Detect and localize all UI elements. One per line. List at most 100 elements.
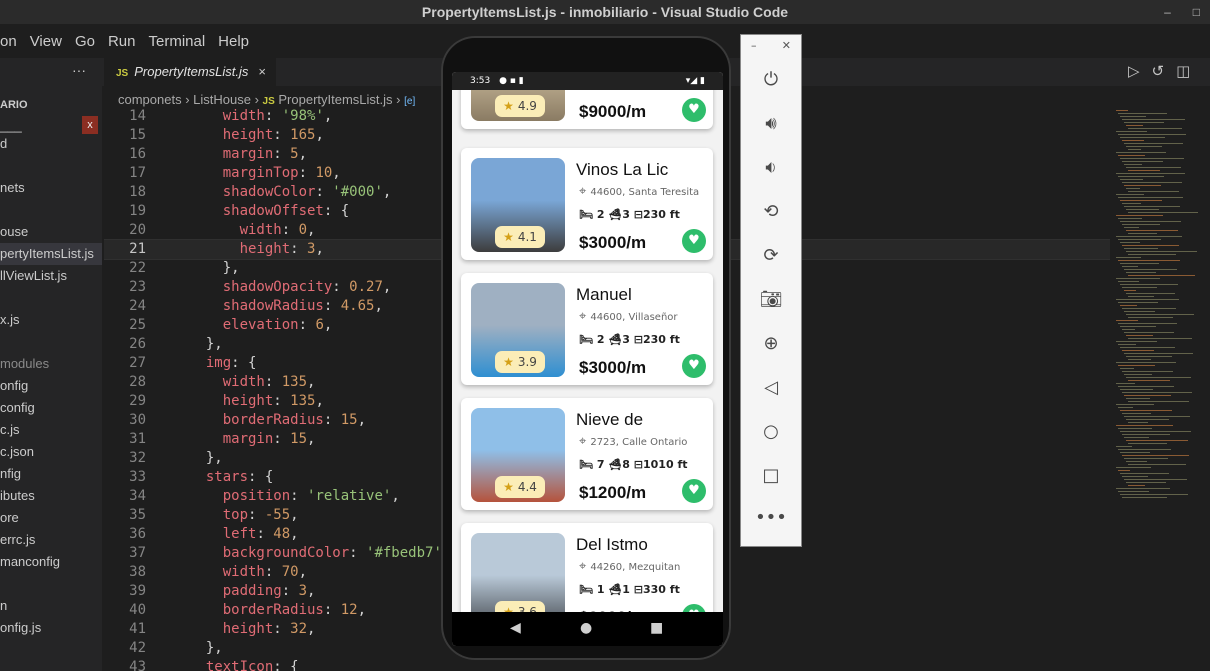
minimap-line	[1118, 470, 1130, 471]
home-icon[interactable]: ●	[580, 620, 592, 636]
power-icon[interactable]: ⏻	[741, 69, 801, 90]
maximize-button[interactable]: □	[1193, 0, 1200, 24]
minimap-line	[1128, 233, 1157, 234]
minimap-line	[1122, 224, 1160, 225]
code-text: height: 135,	[222, 393, 324, 409]
sidebar-item[interactable]: c.json	[0, 441, 34, 463]
split-editor-icon[interactable]: ◫	[1176, 62, 1190, 80]
emulator-screen[interactable]: ★4.9⌖🛏︎ 3 🛁︎4 ⊟830 ft$9000/m♥★4.1Vinos L…	[452, 72, 723, 646]
area-value: 230 ft	[643, 208, 680, 221]
minimap-line	[1124, 479, 1187, 480]
sidebar-item[interactable]: nets	[0, 177, 25, 199]
favorite-heart-icon[interactable]: ♥	[682, 229, 706, 253]
breadcrumb-item[interactable]: ListHouse	[193, 92, 251, 107]
code-text: stars: {	[205, 469, 274, 485]
beds-count: 7	[596, 458, 605, 471]
sidebar-item[interactable]: modules	[0, 353, 49, 375]
property-card[interactable]: ★ 4.1 Vinos La Lic ⌖ 44600, Santa Teresita 🛏︎…	[461, 148, 713, 260]
menu-help[interactable]: Help	[218, 30, 249, 54]
menu-terminal[interactable]: Terminal	[148, 30, 205, 54]
zoom-icon[interactable]: ⊕	[741, 333, 801, 354]
sidebar-item[interactable]: c.js	[0, 419, 20, 441]
location-pin-icon: ⌖	[579, 559, 587, 574]
rotate-left-icon[interactable]: ⟲	[741, 201, 801, 222]
home-icon[interactable]: ○	[741, 421, 801, 442]
minimap-line	[1126, 335, 1153, 336]
recents-icon[interactable]: ■	[650, 620, 663, 636]
baths-count: 3	[622, 208, 630, 221]
minimap-line	[1118, 386, 1174, 387]
tab-propertyitemslist[interactable]: JS PropertyItemsList.js ×	[104, 58, 276, 86]
sidebar-item[interactable]: onfig.js	[0, 617, 41, 639]
minimap-line	[1118, 113, 1167, 114]
more-actions-icon[interactable]: ···	[72, 62, 86, 78]
menu-run[interactable]: Run	[108, 30, 136, 54]
sidebar-item[interactable]: ouse	[0, 221, 28, 243]
sidebar-item[interactable]: config	[0, 397, 35, 419]
favorite-heart-icon[interactable]: ♥	[682, 98, 706, 122]
volume-up-icon[interactable]: 🔊︎	[741, 113, 801, 134]
history-icon[interactable]: ↺	[1152, 62, 1165, 80]
minimap-line	[1116, 299, 1179, 300]
close-icon[interactable]: ✕	[782, 39, 791, 52]
sidebar-item[interactable]: manconfig	[0, 551, 60, 573]
minimap-line	[1120, 473, 1169, 474]
line-number: 31	[129, 431, 146, 447]
area-icon: ⊟	[633, 583, 643, 596]
sidebar-item[interactable]: onfig	[0, 375, 28, 397]
minimap-line	[1126, 230, 1178, 231]
minimap-line	[1122, 161, 1163, 162]
back-icon[interactable]: ◀	[510, 620, 521, 636]
sidebar-item[interactable]: ore	[0, 507, 19, 529]
line-number: 29	[129, 393, 146, 409]
sidebar-item[interactable]: d	[0, 133, 7, 155]
minimap-line	[1116, 278, 1160, 279]
code-text: width: '98%',	[222, 108, 333, 124]
line-number: 42	[129, 640, 146, 656]
sidebar-item[interactable]: n	[0, 595, 7, 617]
more-icon[interactable]: •••	[741, 507, 801, 528]
run-icon[interactable]: ▷	[1128, 62, 1140, 80]
minimap-line	[1128, 464, 1186, 465]
property-card[interactable]: ★ 3.9 Manuel ⌖ 44600, Villaseñor 🛏︎ 2 🛁︎3 ⊟23…	[461, 273, 713, 385]
minimap-line	[1124, 437, 1149, 438]
minimap-line	[1118, 218, 1142, 219]
explorer-section-header[interactable]: ARIO	[0, 94, 28, 116]
menu-view[interactable]: View	[30, 30, 62, 54]
favorite-heart-icon[interactable]: ♥	[682, 479, 706, 503]
sidebar-item-active[interactable]: pertyItemsList.js	[0, 243, 102, 265]
menu-go[interactable]: Go	[75, 30, 95, 54]
favorite-heart-icon[interactable]: ♥	[682, 354, 706, 378]
minimap-line	[1120, 158, 1184, 159]
minimap-line	[1126, 461, 1147, 462]
breadcrumb-item[interactable]: componets	[118, 92, 182, 107]
minimize-icon[interactable]: –	[751, 39, 757, 52]
minimap-line	[1118, 281, 1139, 282]
property-address: ⌖ 44600, Villaseñor	[579, 309, 678, 324]
sidebar-item[interactable]: ibutes	[0, 485, 35, 507]
minimap-line	[1126, 419, 1169, 420]
close-tab-icon[interactable]: ×	[258, 58, 266, 86]
breadcrumb-item[interactable]: PropertyItemsList.js	[278, 92, 392, 107]
line-number: 23	[129, 279, 146, 295]
sidebar-item[interactable]: nfig	[0, 463, 21, 485]
volume-down-icon[interactable]: 🔉︎	[741, 157, 801, 178]
menu-selection[interactable]: on	[0, 30, 17, 54]
minimap-line	[1128, 443, 1167, 444]
camera-icon[interactable]: 📷︎	[741, 289, 801, 310]
minimap-line	[1118, 491, 1149, 492]
sidebar-item[interactable]: llViewList.js	[0, 265, 67, 287]
sidebar-item[interactable]: x.js	[0, 309, 20, 331]
property-card[interactable]: ★ 4.4 Nieve de ⌖ 2723, Calle Ontario 🛏︎ 7 🛁︎8…	[461, 398, 713, 510]
sidebar-item[interactable]: errc.js	[0, 529, 35, 551]
back-icon[interactable]: ◁	[741, 377, 801, 398]
code-text: shadowRadius: 4.65,	[222, 298, 383, 314]
rotate-right-icon[interactable]: ⟳	[741, 245, 801, 266]
minimap-line	[1116, 446, 1132, 447]
minimap-line	[1122, 455, 1189, 456]
overview-icon[interactable]: □	[741, 465, 801, 486]
line-number: 41	[129, 621, 146, 637]
minimize-button[interactable]: –	[1164, 0, 1171, 24]
area-value: 1010 ft	[643, 458, 688, 471]
minimap[interactable]	[1110, 107, 1210, 671]
